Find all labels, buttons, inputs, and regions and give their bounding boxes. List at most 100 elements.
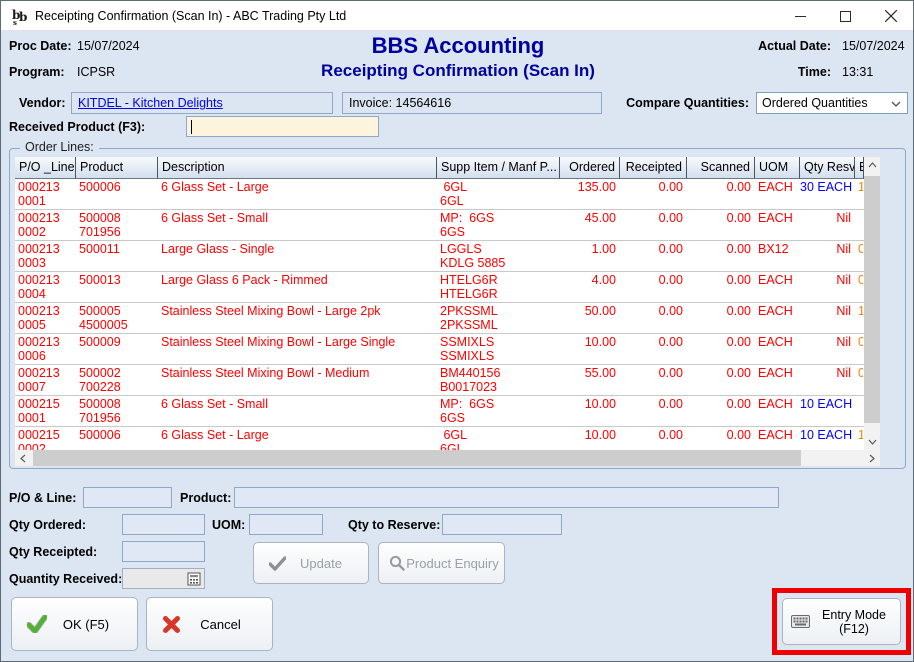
received-product-label: Received Product (F3): — [9, 120, 145, 134]
close-button[interactable] — [868, 1, 913, 31]
table-body: 00021300015000066 Glass Set - Large 6GL6… — [15, 179, 864, 450]
cell: Nil — [800, 241, 855, 271]
window-title: Receipting Confirmation (Scan In) - ABC … — [35, 1, 346, 31]
column-header[interactable]: Receipted — [620, 157, 687, 179]
order-line-row[interactable]: 00021500015000087019566 Glass Set - Smal… — [15, 396, 864, 427]
invoice-value: Invoice: 14564616 — [349, 96, 451, 110]
svg-text:b: b — [19, 10, 27, 24]
column-header[interactable]: UOM — [755, 157, 800, 179]
cell: 0.00 — [687, 210, 755, 240]
vendor-link[interactable]: KITDEL - Kitchen Delights — [78, 96, 223, 110]
product-enquiry-label: Product Enquiry — [405, 556, 504, 571]
horizontal-scroll-thumb[interactable] — [33, 450, 801, 466]
column-header[interactable]: E — [855, 157, 864, 179]
cancel-button[interactable]: Cancel — [146, 597, 273, 651]
red-x-icon — [162, 615, 181, 634]
order-line-row[interactable]: 00021500025000066 Glass Set - Large 6GL6… — [15, 427, 864, 450]
cell: Stainless Steel Mixing Bowl - Large 2pk — [158, 303, 437, 333]
proc-date-value: 15/07/2024 — [77, 39, 140, 53]
cell: 0.00 — [620, 427, 687, 450]
product-enquiry-button[interactable]: Product Enquiry — [378, 542, 505, 584]
cell: EACH — [755, 427, 800, 450]
horizontal-scrollbar[interactable] — [15, 450, 880, 466]
cell: 6 Glass Set - Large — [158, 179, 437, 209]
vertical-scroll-thumb[interactable] — [864, 176, 880, 423]
cell — [855, 396, 863, 426]
received-product-input[interactable] — [186, 116, 379, 137]
cell: 0 — [855, 241, 863, 271]
cell: 30 EACH — [800, 179, 855, 209]
cell: LGGLSKDLG 5885 — [437, 241, 560, 271]
scroll-up-button[interactable] — [864, 157, 880, 173]
column-header[interactable]: Supp Item / Manf P... — [437, 157, 560, 179]
column-header[interactable]: Qty Resv — [800, 157, 855, 179]
po-line-input[interactable] — [83, 487, 172, 508]
page-title: Receipting Confirmation (Scan In) — [201, 61, 715, 81]
qty-receipted-input[interactable] — [122, 541, 205, 562]
product-input[interactable] — [234, 487, 779, 508]
cell: 0002130001 — [15, 179, 76, 209]
actual-date-value: 15/07/2024 — [842, 39, 905, 53]
cell: 0.00 — [620, 334, 687, 364]
cell: 1 — [855, 303, 863, 333]
cell: Nil — [800, 365, 855, 395]
cell: MP: 6GS6GS — [437, 396, 560, 426]
order-line-row[interactable]: 00021300015000066 Glass Set - Large 6GL6… — [15, 179, 864, 210]
column-header[interactable]: Ordered — [560, 157, 620, 179]
order-line-row[interactable]: 00021300055000054500005Stainless Steel M… — [15, 303, 864, 334]
ok-button[interactable]: OK (F5) — [11, 597, 138, 651]
cell: 0.00 — [620, 396, 687, 426]
scroll-down-button[interactable] — [864, 434, 880, 450]
qty-ordered-input[interactable] — [122, 514, 205, 535]
cell: 6GL6GL — [437, 179, 560, 209]
close-icon — [885, 10, 897, 22]
column-header[interactable]: Description — [158, 157, 437, 179]
proc-date-label: Proc Date: — [9, 39, 72, 53]
cell: 10 EACH — [800, 427, 855, 450]
entry-mode-button[interactable]: Entry Mode (F12) — [782, 598, 901, 645]
minimize-icon — [795, 11, 806, 22]
uom-label: UOM: — [212, 518, 245, 532]
cell: 500006 — [76, 179, 158, 209]
order-lines-legend: Order Lines: — [20, 140, 99, 154]
check-icon — [269, 556, 286, 571]
quantity-received-input[interactable] — [122, 568, 205, 589]
keyboard-icon — [791, 615, 810, 628]
vertical-scrollbar[interactable] — [864, 157, 880, 450]
cell: 0.00 — [687, 272, 755, 302]
cell: 0002130005 — [15, 303, 76, 333]
order-line-row[interactable]: 0002130004500013Large Glass 6 Pack - Rim… — [15, 272, 864, 303]
vendor-label: Vendor: — [19, 96, 66, 110]
uom-input[interactable] — [249, 514, 323, 535]
cell: 6 Glass Set - Small — [158, 210, 437, 240]
qty-to-reserve-input[interactable] — [442, 514, 562, 535]
update-button[interactable]: Update — [253, 542, 369, 584]
minimize-button[interactable] — [778, 1, 823, 31]
column-header[interactable]: Scanned — [687, 157, 755, 179]
order-line-row[interactable]: 0002130003500011Large Glass - SingleLGGL… — [15, 241, 864, 272]
compare-quantities-select[interactable]: Ordered Quantities — [756, 92, 908, 114]
cell: 500013 — [76, 272, 158, 302]
cell: 5000054500005 — [76, 303, 158, 333]
column-header[interactable]: Product — [76, 157, 158, 179]
order-line-row[interactable]: 0002130006500009Stainless Steel Mixing B… — [15, 334, 864, 365]
cell: 1 — [855, 427, 863, 450]
green-check-icon — [27, 615, 47, 633]
cell: 6 Glass Set - Small — [158, 396, 437, 426]
column-header[interactable]: P/O _Line — [15, 157, 76, 179]
cancel-label: Cancel — [181, 617, 272, 632]
order-line-row[interactable]: 0002130007500002700228Stainless Steel Mi… — [15, 365, 864, 396]
ok-label: OK (F5) — [47, 617, 137, 632]
cell: 45.00 — [560, 210, 620, 240]
order-line-row[interactable]: 00021300025000087019566 Glass Set - Smal… — [15, 210, 864, 241]
cell: 0002150002 — [15, 427, 76, 450]
scroll-left-button[interactable] — [15, 450, 31, 466]
order-lines-group: Order Lines: P/O _LineProductDescription… — [9, 148, 906, 469]
cell: Large Glass - Single — [158, 241, 437, 271]
cell: 10 EACH — [800, 396, 855, 426]
svg-text:s: s — [13, 18, 17, 26]
scroll-right-button[interactable] — [864, 450, 880, 466]
maximize-button[interactable] — [823, 1, 868, 31]
chevron-down-icon — [891, 101, 901, 107]
cell: Nil — [800, 303, 855, 333]
